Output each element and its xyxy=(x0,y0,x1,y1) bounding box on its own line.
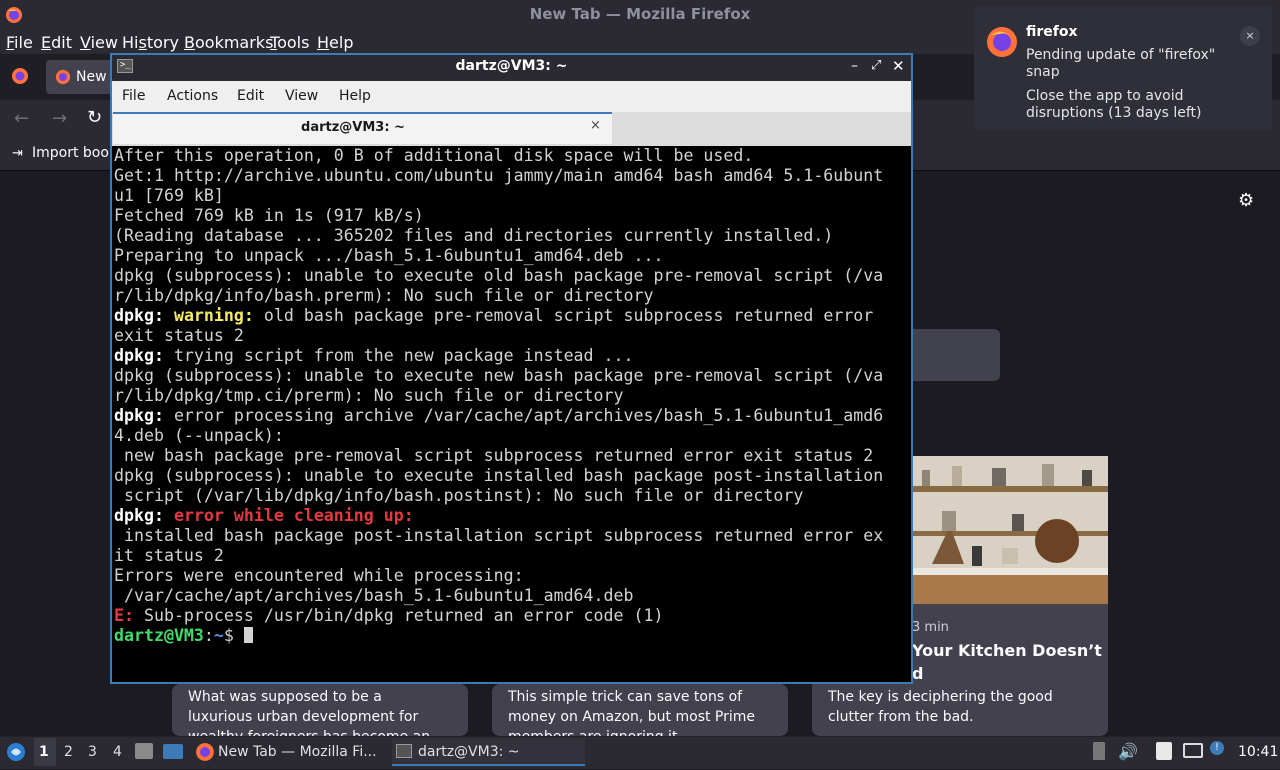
terminal-line: dpkg: error processing archive /var/cach… xyxy=(114,406,884,425)
firefox-task-icon xyxy=(196,743,214,761)
workspace-4[interactable]: 4 xyxy=(113,744,122,760)
terminal-line: new bash package pre-removal script subp… xyxy=(114,446,874,465)
close-icon[interactable]: ✕ xyxy=(892,57,905,75)
terminal-cursor xyxy=(243,627,253,643)
terminal-line: After this operation, 0 B of additional … xyxy=(114,146,754,165)
clock[interactable]: 10:41 xyxy=(1238,744,1278,760)
notification-title: firefox xyxy=(1026,24,1078,40)
terminal-line: script (/var/lib/dpkg/info/bash.postinst… xyxy=(114,486,804,505)
taskbar-task-firefox[interactable]: New Tab — Mozilla Fi... xyxy=(218,744,377,770)
terminal-menu-file[interactable]: File xyxy=(122,88,145,104)
import-icon: ⇥ xyxy=(12,146,23,161)
terminal-text: After this operation, 0 B of additional … xyxy=(114,146,910,646)
import-bookmarks-link[interactable]: Import book xyxy=(32,145,117,161)
firefox-menu-item[interactable]: History xyxy=(122,33,179,52)
notification-close-icon[interactable]: × xyxy=(1240,26,1260,46)
reload-icon[interactable]: ↻ xyxy=(87,107,102,128)
terminal-line: Get:1 http://archive.ubuntu.com/ubuntu j… xyxy=(114,166,884,185)
terminal-line: /var/cache/apt/archives/bash_5.1-6ubuntu… xyxy=(114,586,634,605)
tab-close-icon[interactable]: × xyxy=(590,118,601,133)
story-card-text: What was supposed to be a luxurious urba… xyxy=(188,689,430,736)
terminal-menu-edit[interactable]: Edit xyxy=(237,88,264,104)
workspace-2[interactable]: 2 xyxy=(64,744,73,760)
file-manager-icon[interactable] xyxy=(135,743,153,759)
terminal-line: exit status 2 xyxy=(114,326,244,345)
firefox-tab-icon xyxy=(55,69,71,85)
terminal-line: dartz@VM3:~$ xyxy=(114,626,910,646)
terminal-line: dpkg: warning: old bash package pre-remo… xyxy=(114,306,874,325)
terminal-line: Errors were encountered while processing… xyxy=(114,566,524,585)
terminal-line: Preparing to unpack .../bash_5.1-6ubuntu… xyxy=(114,246,664,265)
terminal-line: dpkg (subprocess): unable to execute old… xyxy=(114,266,884,285)
firefox-menu-item[interactable]: Tools xyxy=(270,33,309,52)
terminal-line: r/lib/dpkg/info/bash.prerm): No such fil… xyxy=(114,286,654,305)
terminal-line: 4.deb (--unpack): xyxy=(114,426,284,445)
terminal-line: it status 2 xyxy=(114,546,224,565)
firefox-menu-item[interactable]: Help xyxy=(317,33,353,52)
notification-detail: Close the app to avoid disruptions (13 d… xyxy=(1026,88,1202,121)
terminal-output[interactable]: After this operation, 0 B of additional … xyxy=(114,146,910,680)
terminal-line: Fetched 769 kB in 1s (917 kB/s) xyxy=(114,206,424,225)
firefox-menu-item[interactable]: Bookmarks xyxy=(184,33,273,52)
firefox-menu-item[interactable]: File xyxy=(6,33,33,52)
forward-arrow-icon[interactable]: → xyxy=(52,108,67,129)
story-card-read-time: 3 min xyxy=(912,620,949,635)
firefox-menu-item[interactable]: View xyxy=(80,33,118,52)
story-card-title-line2: d xyxy=(912,664,924,683)
update-notifier-icon[interactable]: ! xyxy=(1210,741,1224,755)
story-card-text: This simple trick can save tons of money… xyxy=(508,689,756,736)
maximize-icon[interactable]: ⤢ xyxy=(871,58,881,73)
firefox-view-icon[interactable] xyxy=(11,67,29,85)
clipboard-icon[interactable] xyxy=(1156,742,1172,760)
terminal-line: r/lib/dpkg/tmp.ci/prerm): No such file o… xyxy=(114,386,624,405)
volume-icon[interactable]: 🔊 xyxy=(1118,742,1138,761)
firefox-tab-label: New xyxy=(76,69,107,85)
firefox-menu-item[interactable]: Edit xyxy=(41,33,72,52)
firefox-logo-icon xyxy=(987,27,1017,57)
terminal-line: dpkg (subprocess): unable to execute new… xyxy=(114,366,884,385)
terminal-line: dpkg: trying script from the new package… xyxy=(114,346,634,365)
network-icon[interactable] xyxy=(1183,743,1203,758)
story-card-text: The key is deciphering the good clutter … xyxy=(828,689,1053,725)
taskbar xyxy=(0,736,1280,769)
scroll-arrow-icon[interactable] xyxy=(1093,742,1105,760)
terminal-tab-label: dartz@VM3: ~ xyxy=(301,120,405,135)
terminal-line: u1 [769 kB] xyxy=(114,186,224,205)
terminal-menu-help[interactable]: Help xyxy=(339,88,371,104)
notification-message: Pending update of "firefox" snap xyxy=(1026,47,1216,80)
kitchen-image xyxy=(912,456,1108,604)
terminal-line: dpkg (subprocess): unable to execute ins… xyxy=(114,466,884,485)
terminal-window-title: dartz@VM3: ~ xyxy=(455,58,568,74)
minimize-icon[interactable]: – xyxy=(851,58,858,74)
back-arrow-icon[interactable]: ← xyxy=(14,108,29,129)
workspace-1[interactable]: 1 xyxy=(39,744,49,760)
show-desktop-icon[interactable] xyxy=(163,744,183,759)
gear-icon[interactable]: ⚙ xyxy=(1238,190,1258,211)
terminal-menu-actions[interactable]: Actions xyxy=(167,88,218,104)
terminal-menu-view[interactable]: View xyxy=(285,88,318,104)
terminal-task-icon xyxy=(396,744,412,758)
taskbar-task-terminal: dartz@VM3: ~ xyxy=(418,744,520,760)
terminal-line: E: Sub-process /usr/bin/dpkg returned an… xyxy=(114,606,664,625)
terminal-line: (Reading database ... 365202 files and d… xyxy=(114,226,834,245)
terminal-menubar xyxy=(112,81,911,112)
terminal-line: dpkg: error while cleaning up: xyxy=(114,506,414,525)
story-card-title: Your Kitchen Doesn’t xyxy=(912,641,1102,660)
start-menu-icon[interactable] xyxy=(6,742,26,762)
workspace-3[interactable]: 3 xyxy=(88,744,97,760)
terminal-line: installed bash package post-installation… xyxy=(114,526,884,545)
